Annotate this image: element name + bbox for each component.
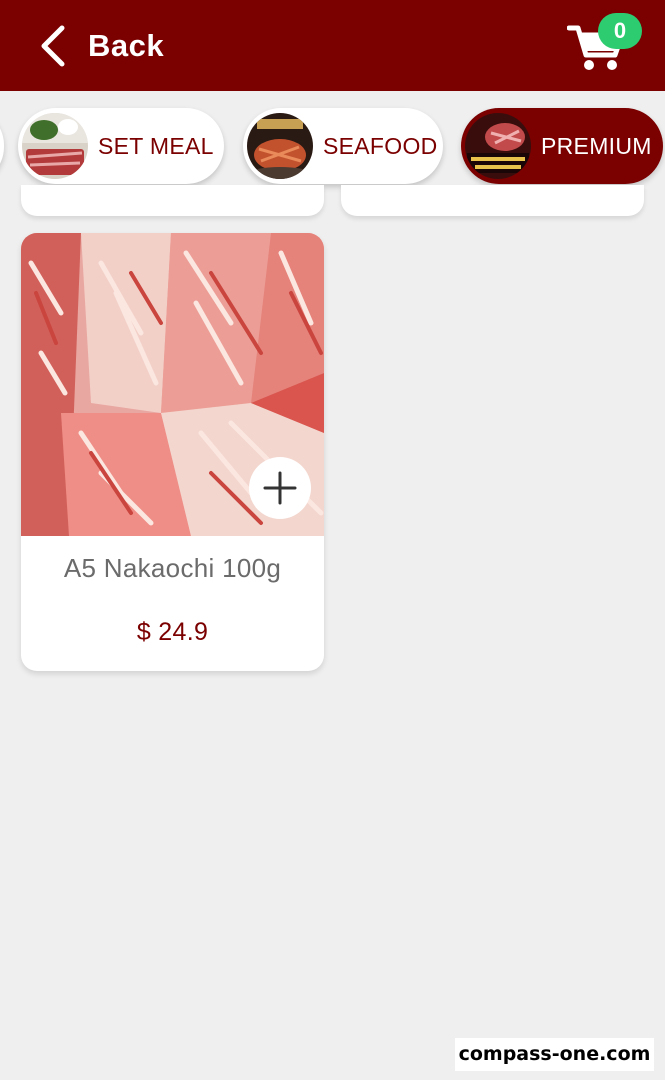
set-meal-thumbnail bbox=[22, 113, 88, 179]
product-card[interactable]: A5 Nakaochi 100g $ 24.9 bbox=[21, 233, 324, 671]
category-label: SET MEAL bbox=[98, 132, 214, 159]
chevron-left-icon bbox=[41, 25, 65, 67]
top-bar: Back 0 bbox=[0, 0, 665, 91]
category-label: SEAFOOD bbox=[323, 132, 438, 159]
category-seafood[interactable]: SEAFOOD bbox=[243, 108, 443, 184]
plus-icon bbox=[263, 471, 297, 505]
premium-thumbnail bbox=[465, 113, 531, 179]
product-card-partial bbox=[21, 185, 324, 216]
product-name: A5 Nakaochi 100g bbox=[63, 553, 282, 583]
seafood-thumbnail bbox=[247, 113, 313, 179]
back-button[interactable]: Back bbox=[38, 24, 164, 68]
back-label: Back bbox=[88, 28, 165, 63]
product-price: $ 24.9 bbox=[136, 618, 209, 646]
category-label: PREMIUM bbox=[541, 132, 652, 159]
category-set-meal[interactable]: SET MEAL bbox=[18, 108, 224, 184]
category-premium[interactable]: PREMIUM bbox=[461, 108, 663, 184]
previous-category-edge[interactable] bbox=[0, 108, 4, 184]
add-to-cart-button[interactable] bbox=[249, 457, 311, 519]
product-image bbox=[21, 233, 324, 536]
cart-count-badge: 0 bbox=[598, 13, 642, 49]
cart-button[interactable]: 0 bbox=[565, 12, 650, 76]
watermark-label: compass-one.com bbox=[455, 1038, 654, 1071]
product-card-partial bbox=[341, 185, 644, 216]
